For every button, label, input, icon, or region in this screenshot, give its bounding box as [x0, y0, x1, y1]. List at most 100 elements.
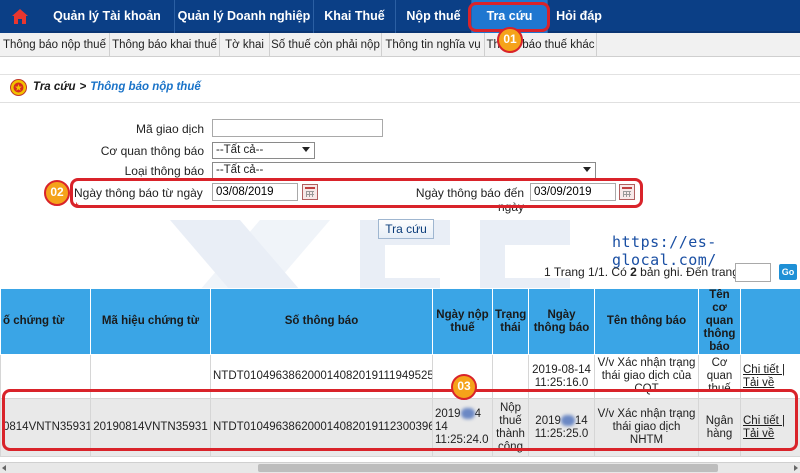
cell-actions: Chi tiết | Tải về — [740, 398, 800, 457]
scroll-left-icon[interactable] — [2, 465, 6, 471]
nav-nop-thue[interactable]: Nộp thuế — [396, 0, 472, 33]
calendar-icon[interactable] — [302, 184, 318, 200]
pager: 1 Trang 1/1. Có 2 bản ghi. Đến trang — [544, 265, 739, 279]
to-date-label: Ngày thông báo đến ngày — [415, 186, 524, 214]
col-ma-hieu-chung-tu: Mã hiệu chứng từ — [90, 288, 211, 355]
loai-thong-bao-value: --Tất cả-- — [216, 164, 264, 176]
table-header-row: ố chứng từ Mã hiệu chứng từ Số thông báo… — [0, 288, 800, 355]
cell-ngay-tb-year: 2019 — [535, 414, 561, 427]
co-quan-thong-bao-label: Cơ quan thông báo — [100, 144, 204, 158]
breadcrumb-root[interactable]: Tra cứu — [33, 78, 76, 96]
cell-co-quan: Cơ quan thuế — [698, 354, 741, 399]
col-ten-co-quan: Tên cơ quan thông báo — [698, 288, 741, 355]
co-quan-thong-bao-select[interactable]: --Tất cả-- — [212, 142, 315, 159]
tai-ve-link[interactable]: Tải về — [743, 377, 798, 390]
nav-quan-ly-tai-khoan[interactable]: Quản lý Tài khoản — [40, 0, 175, 33]
annotation-badge-01: 01 — [497, 27, 523, 53]
tai-ve-link[interactable]: Tải về — [743, 428, 798, 441]
scrollbar-thumb[interactable] — [258, 464, 718, 472]
nav-quan-ly-doanh-nghiep[interactable]: Quản lý Doanh nghiệp — [175, 0, 314, 33]
co-quan-thong-bao-value: --Tất cả-- — [216, 144, 264, 156]
chevron-down-icon — [302, 147, 310, 152]
search-button[interactable]: Tra cứu — [378, 219, 434, 239]
horizontal-scrollbar[interactable] — [0, 462, 800, 473]
scroll-right-icon[interactable] — [794, 465, 798, 471]
subnav-thong-tin-nghia-vu[interactable]: Thông tin nghĩa vụ — [382, 33, 485, 57]
redaction-mark — [460, 408, 475, 420]
cell-so-chung-tu — [0, 354, 91, 399]
spacer-bar — [0, 57, 800, 75]
sub-navigation: Thông báo nộp thuế Thông báo khai thuế T… — [0, 33, 800, 57]
cell-ngay-nop: 2019 4 14 11:25:24.0 — [432, 398, 493, 457]
from-date-label: Ngày thông báo từ ngày * — [74, 186, 209, 214]
ma-giao-dich-label: Mã giao dịch — [135, 122, 204, 136]
pager-count-post: bản ghi. Đến trang — [640, 265, 739, 279]
pager-count-pre: Có — [611, 265, 627, 279]
divider — [0, 102, 800, 103]
cell-co-quan: Ngân hàng — [698, 398, 741, 457]
nav-khai-thue[interactable]: Khai Thuế — [314, 0, 396, 33]
calendar-icon[interactable] — [619, 184, 635, 200]
home-button[interactable] — [0, 0, 40, 33]
watermark-url: https://es-glocal.com/ — [612, 233, 717, 269]
emblem-icon — [10, 78, 27, 96]
col-ngay-thong-bao: Ngày thông báo — [528, 288, 595, 355]
table-row: 0814VNTN35931 20190814VNTN35931 NTDT0104… — [0, 398, 800, 457]
cell-ma-hieu: 20190814VNTN35931 — [90, 398, 211, 457]
from-date-label-text: Ngày thông báo từ ngày — [74, 186, 203, 200]
go-button[interactable]: Go — [779, 264, 797, 280]
cell-trang-thai: Nộp thuế thành công — [492, 398, 529, 457]
pager-page-text: Trang 1/1. — [553, 265, 609, 279]
col-trang-thai: Trạng thái — [492, 288, 529, 355]
cell-so-thong-bao: NTDT010496386200014082019111949525 — [210, 354, 433, 399]
cell-ngay-tb-day: 14 — [574, 414, 588, 427]
cell-ngay-tb-time: 11:25:16.0 — [534, 376, 589, 389]
home-icon — [12, 9, 28, 24]
col-so-chung-tu: ố chứng từ — [0, 288, 91, 355]
table-row: NTDT010496386200014082019111949525 2019-… — [0, 354, 800, 399]
cell-ngay-tb-time: 11:25:25.0 — [534, 427, 589, 440]
cell-ngay-tb-date: 2019-08-14 — [532, 363, 591, 376]
to-date-input[interactable] — [530, 183, 616, 201]
annotation-badge-03: 03 — [451, 374, 477, 400]
cell-ngay-nop-day: 14 — [435, 421, 448, 433]
cell-ngay-thong-bao: 2019 14 11:25:25.0 — [528, 398, 595, 457]
top-navigation: Quản lý Tài khoản Quản lý Doanh nghiệp K… — [0, 0, 800, 33]
nav-hoi-dap[interactable]: Hỏi đáp — [548, 0, 610, 33]
pager-count: 2 — [630, 265, 637, 279]
cell-ten-thong-bao: V/v Xác nhận trạng thái giao dịch của CQ… — [594, 354, 699, 399]
subnav-thong-bao-khai-thue[interactable]: Thông báo khai thuế — [110, 33, 220, 57]
subnav-so-thue-con-phai-nop[interactable]: Số thuế còn phải nộp — [270, 33, 382, 57]
required-mark: * — [74, 200, 79, 214]
cell-ma-hieu — [90, 354, 211, 399]
loai-thong-bao-label: Loại thông báo — [124, 164, 204, 178]
col-actions — [740, 288, 800, 355]
loai-thong-bao-select[interactable]: --Tất cả-- — [212, 162, 596, 179]
cell-ngay-thong-bao: 2019-08-14 11:25:16.0 — [528, 354, 595, 399]
breadcrumb-current: Thông báo nộp thuế — [90, 81, 201, 93]
from-date-input[interactable] — [212, 183, 298, 201]
col-ten-thong-bao: Tên thông báo — [594, 288, 699, 355]
pager-prefix: 1 — [544, 265, 551, 279]
breadcrumb-separator: > — [79, 81, 87, 93]
cell-ngay-nop-time: 11:25:24.0 — [435, 434, 489, 446]
cell-ngay-nop-year: 2019 — [435, 408, 461, 420]
annotation-badge-02: 02 — [44, 180, 70, 206]
col-so-thong-bao: Số thông báo — [210, 288, 433, 355]
cell-ten-thong-bao: V/v Xác nhận trạng thái giao dịch NHTM — [594, 398, 699, 457]
cell-trang-thai — [492, 354, 529, 399]
chi-tiet-link[interactable]: Chi tiết | — [743, 364, 798, 377]
ma-giao-dich-input[interactable] — [212, 119, 383, 137]
cell-so-thong-bao: NTDT010496386200014082019112300396 — [210, 398, 433, 457]
breadcrumb: Tra cứu > Thông báo nộp thuế — [10, 78, 201, 96]
subnav-to-khai[interactable]: Tờ khai — [220, 33, 270, 57]
cell-actions: Chi tiết | Tải về — [740, 354, 800, 399]
subnav-thong-bao-nop-thue[interactable]: Thông báo nộp thuế — [0, 33, 110, 57]
results-table: ố chứng từ Mã hiệu chứng từ Số thông báo… — [0, 288, 800, 457]
chi-tiet-link[interactable]: Chi tiết | — [743, 415, 798, 428]
redaction-mark — [560, 414, 575, 426]
col-ngay-nop-thue: Ngày nộp thuế — [432, 288, 493, 355]
page-number-input[interactable] — [735, 263, 771, 282]
cell-ngay-nop-part: 4 — [474, 408, 481, 420]
chevron-down-icon — [583, 167, 591, 172]
